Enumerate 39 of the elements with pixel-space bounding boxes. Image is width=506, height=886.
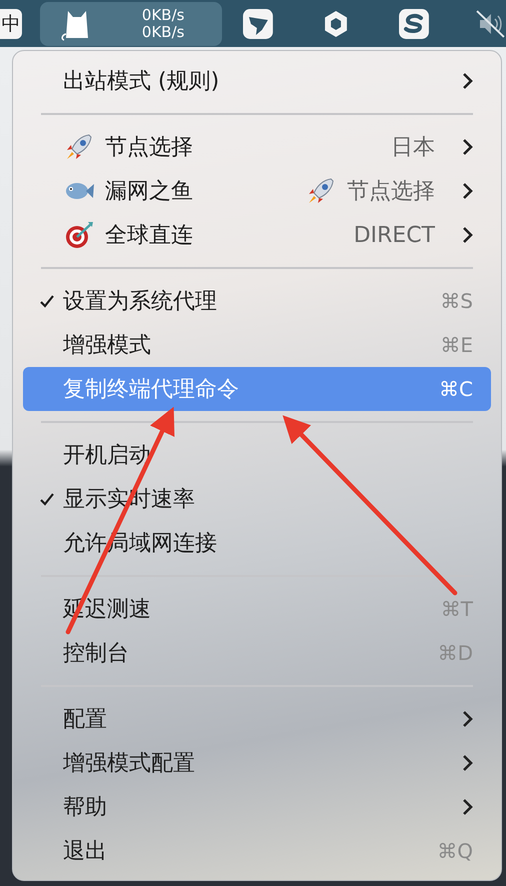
current-value: 节点选择: [347, 178, 435, 206]
network-speed: 0KB/s: [142, 6, 184, 24]
target-icon: [63, 219, 95, 251]
muted-speaker-icon[interactable]: [474, 8, 506, 40]
keyboard-shortcut: ⌘D: [438, 641, 473, 665]
current-value: DIRECT: [354, 222, 435, 248]
menu-item-label: 全球直连: [105, 222, 193, 250]
menu-item[interactable]: 控制台 ⌘D: [23, 631, 491, 675]
menu-item-label: 增强模式配置: [63, 750, 195, 778]
menu-item[interactable]: 设置为系统代理 ⌘S: [23, 279, 491, 323]
menu-item[interactable]: 增强模式 ⌘E: [23, 323, 491, 367]
menu-item[interactable]: 出站模式 (规则): [23, 59, 491, 103]
keyboard-shortcut: ⌘C: [439, 377, 473, 401]
menu-item-label: 退出: [63, 838, 107, 866]
menu-item-label: 配置: [63, 706, 107, 734]
menu-item-label: 控制台: [63, 640, 129, 668]
menu-item[interactable]: 退出 ⌘Q: [23, 829, 491, 873]
menu-item-label: 设置为系统代理: [63, 288, 217, 316]
menu-item[interactable]: 节点选择 日本: [23, 125, 491, 169]
menu-item[interactable]: 增强模式配置: [23, 741, 491, 785]
menu-item-label: 漏网之鱼: [105, 178, 193, 206]
menu-item[interactable]: 漏网之鱼 节点选择: [23, 169, 491, 213]
menu-item[interactable]: 全球直连 DIRECT: [23, 213, 491, 257]
input-method-indicator[interactable]: 中: [0, 8, 22, 38]
menu-item[interactable]: 配置: [23, 697, 491, 741]
network-speed: 0KB/s: [142, 24, 184, 40]
current-value: 日本: [391, 134, 435, 162]
menu-item[interactable]: 帮助: [23, 785, 491, 829]
menu-item-label: 节点选择: [105, 134, 193, 162]
menu-item-label: 帮助: [63, 794, 107, 822]
keyboard-shortcut: ⌘S: [440, 289, 473, 313]
menu-item-label: 复制终端代理命令: [63, 376, 239, 404]
keyboard-shortcut: ⌘Q: [437, 839, 473, 863]
keyboard-shortcut: ⌘E: [440, 333, 473, 357]
keyboard-shortcut: ⌘T: [440, 597, 473, 621]
proxy-status-item[interactable]: 0KB/s 0KB/s: [40, 2, 222, 46]
s-app-icon[interactable]: [398, 8, 430, 40]
menu-item-label: 增强模式: [63, 332, 151, 360]
menu-item-label: 出站模式 (规则): [63, 68, 220, 96]
